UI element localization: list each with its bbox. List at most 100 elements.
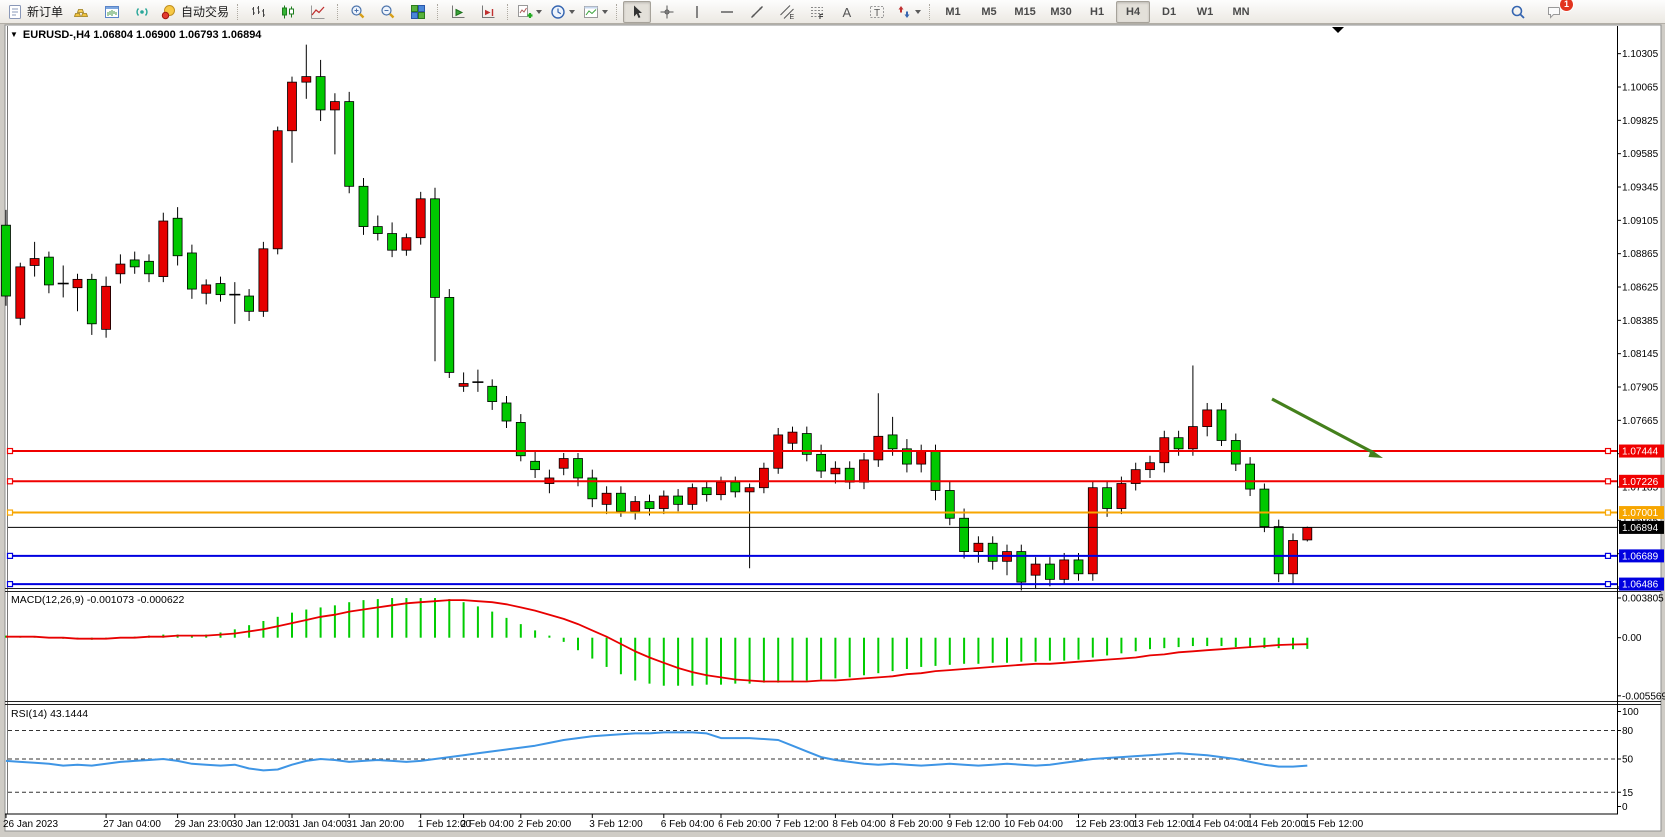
candle-body (659, 496, 668, 509)
candles-chart-icon (280, 4, 296, 20)
auto-scroll-icon (450, 4, 466, 20)
search-button[interactable] (1504, 1, 1532, 23)
candle-body (1074, 560, 1083, 574)
new-order-button[interactable]: 新订单 (4, 1, 66, 23)
candle-body (173, 218, 182, 256)
timeframe-MN-button[interactable]: MN (1224, 1, 1258, 23)
candle-body (388, 234, 397, 251)
arrows-button[interactable] (893, 1, 924, 23)
time-tick-label: 2 Feb 04:00 (461, 819, 515, 830)
timeframe-M30-button[interactable]: M30 (1044, 1, 1078, 23)
arrows-icon (896, 4, 912, 20)
hline-handle[interactable] (1606, 582, 1611, 587)
hline-handle[interactable] (1606, 510, 1611, 515)
autotrade-button[interactable]: 自动交易 (158, 1, 232, 23)
time-tick-label: 8 Feb 04:00 (832, 819, 886, 830)
trendline-icon (749, 4, 765, 20)
zoom-in-button[interactable] (344, 1, 372, 23)
time-tick-label: 9 Feb 12:00 (947, 819, 1001, 830)
cursor-button[interactable] (623, 1, 651, 23)
zoom-out-button[interactable] (374, 1, 402, 23)
gold-bars-button[interactable] (68, 1, 96, 23)
chart-title-text: EURUSD-,H4 1.06804 1.06900 1.06793 1.068… (23, 29, 262, 41)
hline-handle[interactable] (1606, 449, 1611, 454)
timeframe-H4-button[interactable]: H4 (1116, 1, 1150, 23)
candle-body (73, 279, 82, 287)
fibo-button[interactable]: F (803, 1, 831, 23)
toolbar-separator (929, 4, 931, 20)
timeframe-M1-button[interactable]: M1 (936, 1, 970, 23)
auto-scroll-button[interactable] (444, 1, 472, 23)
text-label-button[interactable]: T (863, 1, 891, 23)
candle-body (616, 493, 625, 511)
candle-body (373, 227, 382, 234)
vline-button[interactable] (683, 1, 711, 23)
time-tick-label: 6 Feb 20:00 (718, 819, 772, 830)
price-tick-label: 1.07665 (1622, 416, 1659, 427)
candle-body (187, 253, 196, 289)
rsi-axis-label: 100 (1622, 707, 1639, 718)
time-tick-label: 14 Feb 04:00 (1190, 819, 1249, 830)
hline-handle[interactable] (1606, 479, 1611, 484)
bars-chart-button[interactable] (244, 1, 272, 23)
symbol-dropdown-icon[interactable]: ▼ (10, 31, 18, 39)
trendline-button[interactable] (743, 1, 771, 23)
time-tick-label: 29 Jan 23:00 (175, 819, 233, 830)
candle-body (1231, 440, 1240, 464)
periods-button[interactable] (547, 1, 578, 23)
hline-handle[interactable] (1606, 553, 1611, 558)
candle-body (459, 384, 468, 387)
crosshair-button[interactable] (653, 1, 681, 23)
timeframe-W1-button[interactable]: W1 (1188, 1, 1222, 23)
hline-handle[interactable] (8, 449, 13, 454)
timeframe-M15-button[interactable]: M15 (1008, 1, 1042, 23)
candle-body (1103, 488, 1112, 509)
notification-badge: 1 (1559, 0, 1574, 12)
candle-body (159, 221, 168, 277)
chart-window-button[interactable] (98, 1, 126, 23)
hline-handle[interactable] (8, 553, 13, 558)
indicators-button[interactable] (514, 1, 545, 23)
templates-button[interactable] (580, 1, 611, 23)
chat-button[interactable]: 1 (1540, 1, 1568, 23)
timeframe-M5-button[interactable]: M5 (972, 1, 1006, 23)
candle-body (745, 488, 754, 492)
chart-canvas[interactable]: 1.103051.100651.098251.095851.093451.091… (0, 0, 1665, 837)
price-tick-label: 1.08145 (1622, 349, 1659, 360)
candle-body (202, 285, 211, 293)
candle-body (1060, 560, 1069, 579)
hline-handle[interactable] (8, 479, 13, 484)
chart-window-icon (104, 4, 120, 20)
bid-price-label: 1.06894 (1622, 523, 1659, 534)
candle-body (1274, 527, 1283, 574)
line-chart-button[interactable] (304, 1, 332, 23)
candle-body (731, 482, 740, 492)
svg-text:T: T (874, 8, 880, 19)
candle-body (988, 543, 997, 561)
hline-handle[interactable] (8, 582, 13, 587)
search-icon (1510, 4, 1526, 20)
toolbar-button-label: 自动交易 (181, 3, 229, 20)
candle-body (974, 543, 983, 551)
candle-body (502, 403, 511, 421)
svg-text:A: A (843, 5, 852, 20)
line-chart-icon (310, 4, 326, 20)
channel-button[interactable]: E (773, 1, 801, 23)
tile-windows-button[interactable] (404, 1, 432, 23)
candle-body (259, 249, 268, 311)
chart-shift-button[interactable] (474, 1, 502, 23)
candle-body (302, 77, 311, 83)
price-tick-label: 1.10065 (1622, 83, 1659, 94)
candle-body (688, 488, 697, 505)
price-tick-label: 1.09825 (1622, 116, 1659, 127)
hline-button[interactable] (713, 1, 741, 23)
candle-body (917, 452, 926, 465)
top-toolbar: 新订单 自动交易 EFA T M1M5M15M30H1H4D1W1MN 1 (0, 0, 1665, 24)
text-button[interactable]: A (833, 1, 861, 23)
price-tick-label: 1.08625 (1622, 283, 1659, 294)
hline-handle[interactable] (8, 510, 13, 515)
timeframe-H1-button[interactable]: H1 (1080, 1, 1114, 23)
timeframe-D1-button[interactable]: D1 (1152, 1, 1186, 23)
signal-button[interactable] (128, 1, 156, 23)
candles-chart-button[interactable] (274, 1, 302, 23)
